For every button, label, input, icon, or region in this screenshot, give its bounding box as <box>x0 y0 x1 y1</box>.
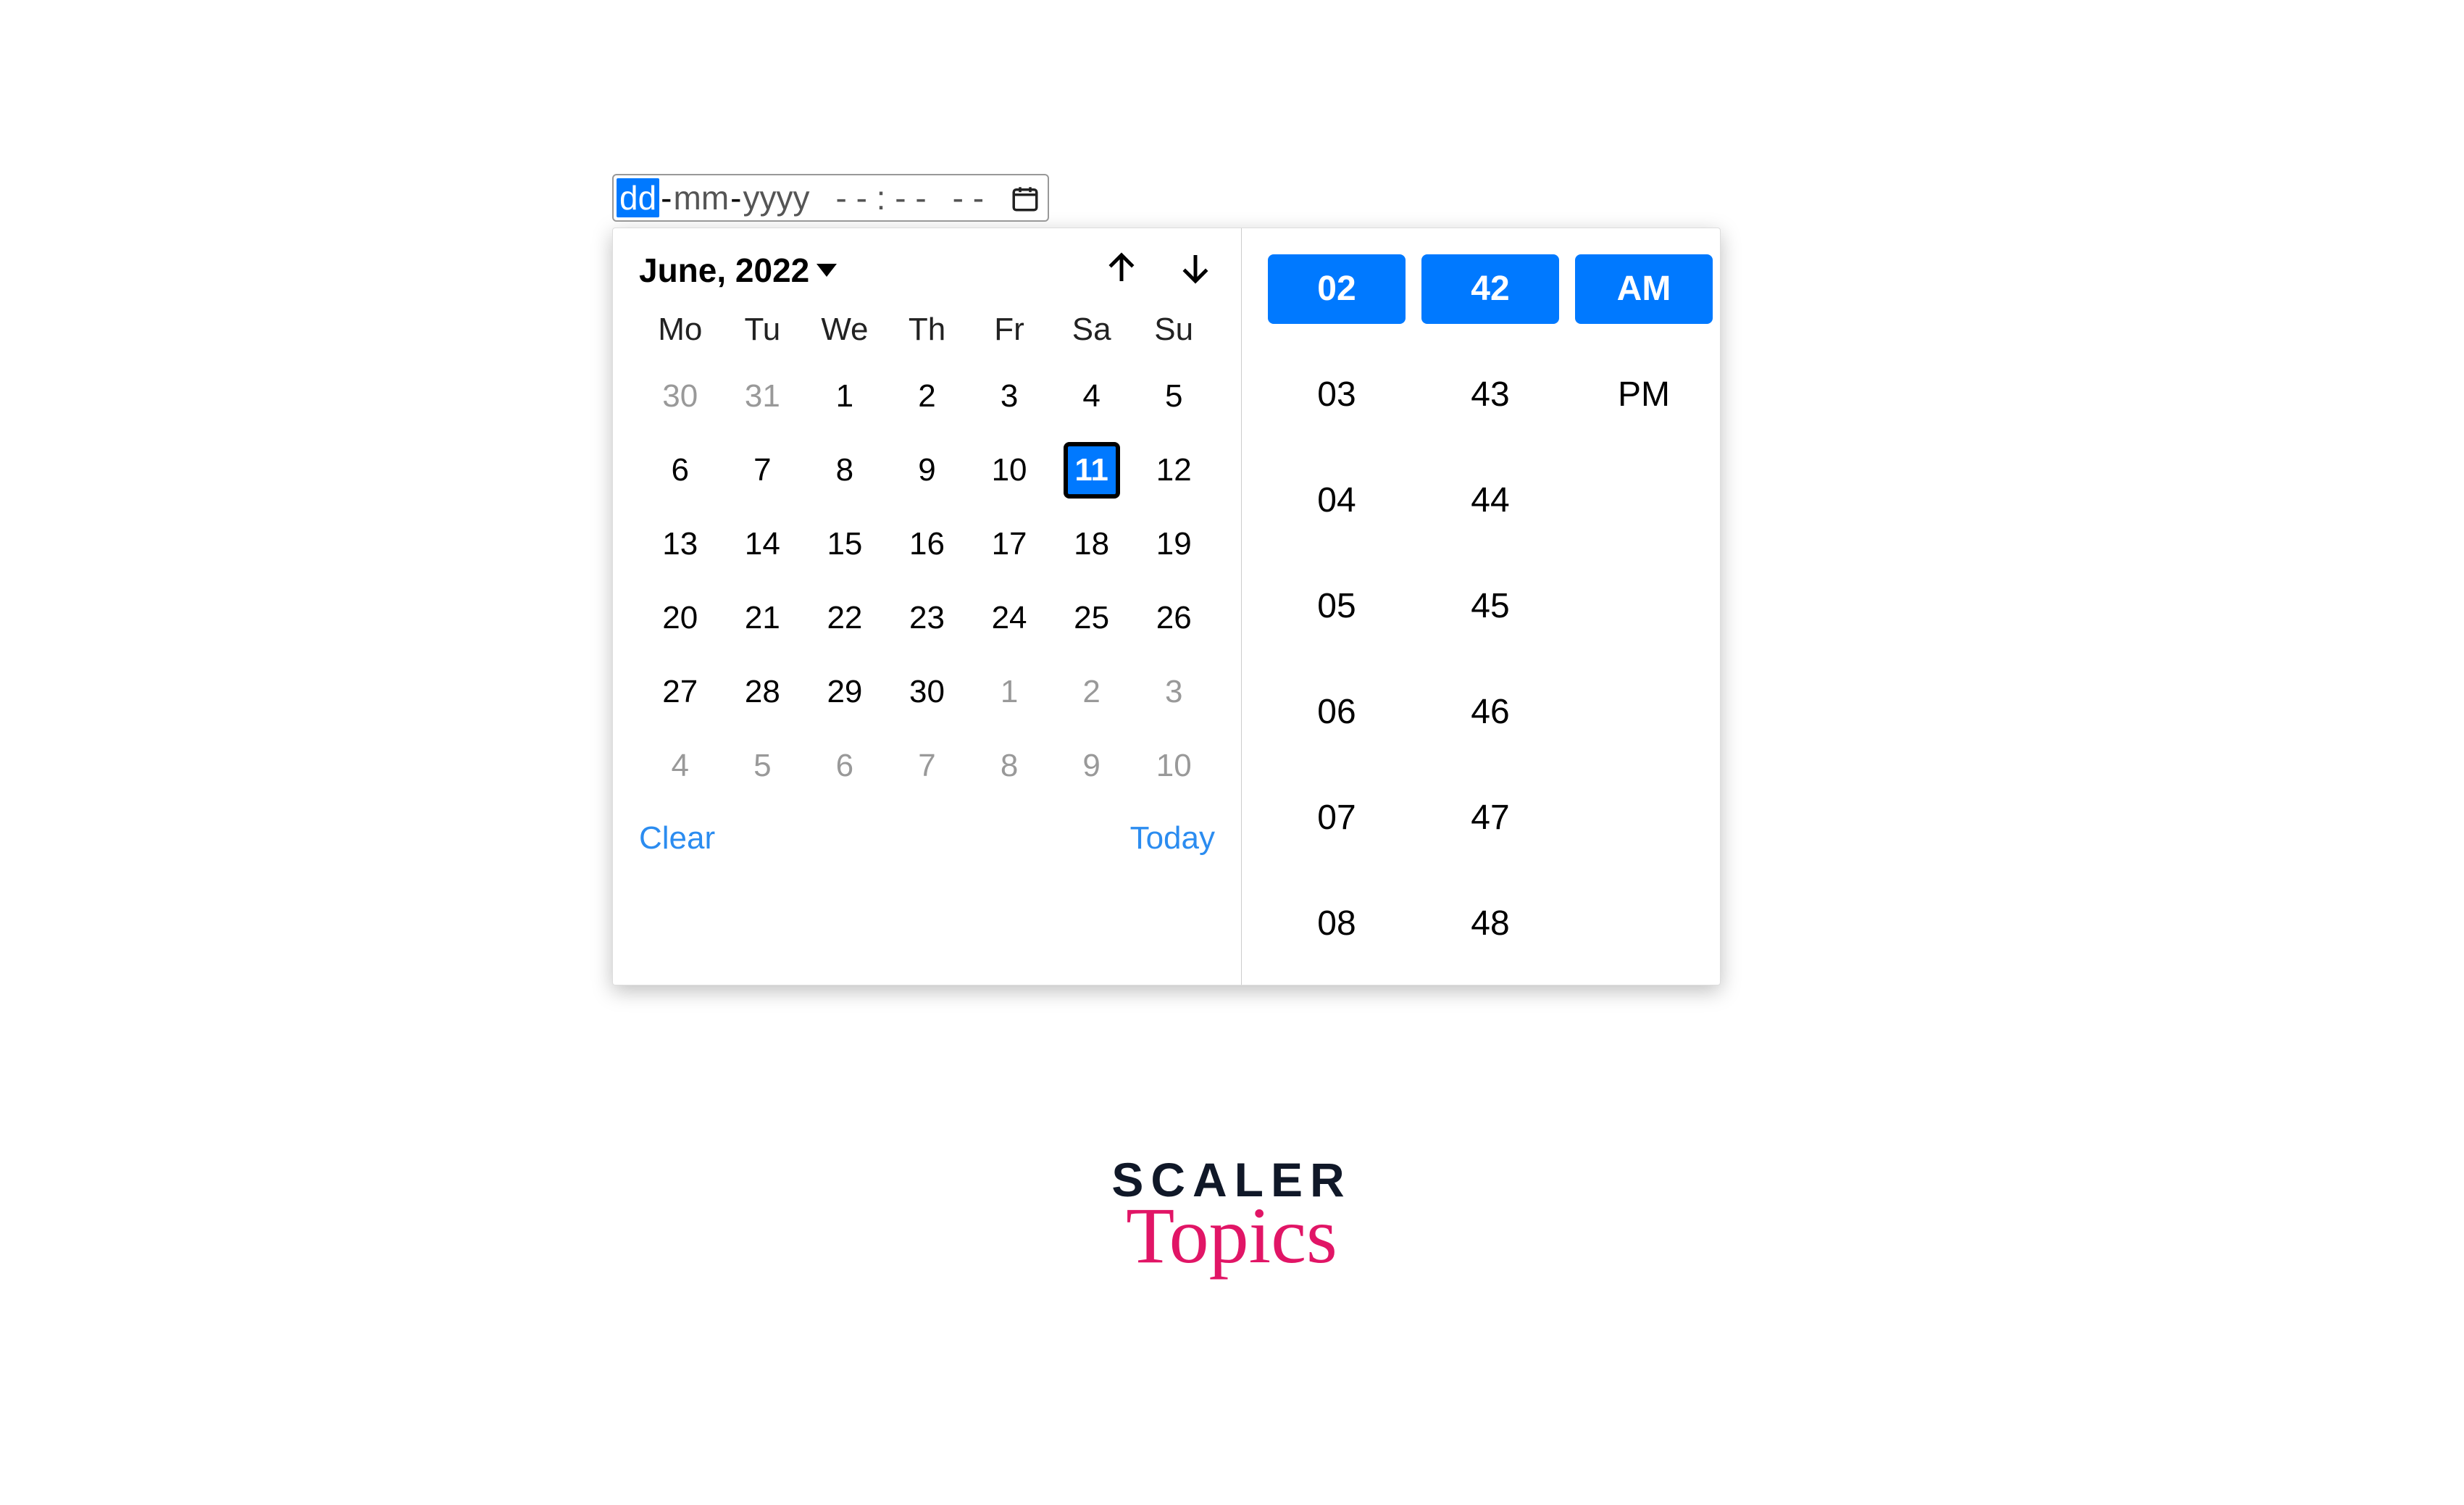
calendar-day[interactable]: 20 <box>655 593 706 643</box>
calendar-day[interactable]: 14 <box>737 519 788 570</box>
hour-option[interactable]: 07 <box>1268 783 1406 853</box>
input-time-segment[interactable]: - - : - - <box>835 178 926 217</box>
calendar-day[interactable]: 13 <box>655 519 706 570</box>
day-of-week-header: Th <box>886 312 969 348</box>
calendar-day[interactable]: 22 <box>819 593 870 643</box>
minute-option[interactable]: 48 <box>1421 889 1559 959</box>
ampm-option[interactable]: PM <box>1575 360 1713 430</box>
day-of-week-header: We <box>803 312 886 348</box>
hour-option[interactable]: 05 <box>1268 572 1406 641</box>
calendar-day[interactable]: 11 <box>1066 445 1117 496</box>
brand-line2: Topics <box>1058 1190 1406 1282</box>
input-day-segment[interactable]: dd <box>617 178 659 217</box>
calendar-day[interactable]: 1 <box>819 371 870 422</box>
minute-option[interactable]: 47 <box>1421 783 1559 853</box>
ampm-column[interactable]: AM PM <box>1575 254 1713 959</box>
calendar-day[interactable]: 7 <box>901 741 952 791</box>
calendar-day[interactable]: 10 <box>1148 741 1199 791</box>
calendar-day[interactable]: 2 <box>1066 667 1117 717</box>
input-year-segment[interactable]: yyyy <box>743 178 809 217</box>
minute-option[interactable]: 46 <box>1421 678 1559 747</box>
minute-option[interactable]: 44 <box>1421 466 1559 535</box>
ampm-option[interactable]: AM <box>1575 254 1713 324</box>
calendar-icon[interactable] <box>1010 183 1040 213</box>
calendar-day[interactable]: 18 <box>1066 519 1117 570</box>
calendar-day[interactable]: 16 <box>901 519 952 570</box>
calendar-day[interactable]: 17 <box>984 519 1035 570</box>
calendar-day[interactable]: 6 <box>655 445 706 496</box>
today-button[interactable]: Today <box>1130 820 1215 856</box>
calendar-day[interactable]: 5 <box>1148 371 1199 422</box>
calendar-day[interactable]: 3 <box>984 371 1035 422</box>
date-panel: June, 2022 MoTuWeThFrS <box>613 228 1242 985</box>
calendar-day[interactable]: 30 <box>655 371 706 422</box>
day-of-week-header: Sa <box>1051 312 1133 348</box>
clear-button[interactable]: Clear <box>639 820 715 856</box>
calendar-day[interactable]: 24 <box>984 593 1035 643</box>
calendar-day[interactable]: 4 <box>1066 371 1117 422</box>
calendar-day[interactable]: 19 <box>1148 519 1199 570</box>
hour-option[interactable]: 02 <box>1268 254 1406 324</box>
hours-column[interactable]: 02 03 04 05 06 07 08 <box>1268 254 1406 959</box>
calendar-day[interactable]: 4 <box>655 741 706 791</box>
calendar-day[interactable]: 9 <box>901 445 952 496</box>
month-select-button[interactable]: June, 2022 <box>639 251 837 290</box>
arrow-up-icon <box>1102 249 1141 288</box>
calendar-day[interactable]: 1 <box>984 667 1035 717</box>
calendar-day[interactable]: 7 <box>737 445 788 496</box>
minute-option[interactable]: 42 <box>1421 254 1559 324</box>
brand-logo: SCALER Topics <box>1058 1152 1406 1282</box>
minutes-column[interactable]: 42 43 44 45 46 47 48 <box>1421 254 1559 959</box>
hour-option[interactable]: 08 <box>1268 889 1406 959</box>
caret-down-icon <box>817 264 837 277</box>
arrow-down-icon <box>1176 249 1215 288</box>
datetime-picker-popup: June, 2022 MoTuWeThFrS <box>612 228 1721 985</box>
day-of-week-header: Tu <box>722 312 804 348</box>
calendar-day[interactable]: 5 <box>737 741 788 791</box>
calendar-day[interactable]: 3 <box>1148 667 1199 717</box>
hour-option[interactable]: 06 <box>1268 678 1406 747</box>
minute-option[interactable]: 43 <box>1421 360 1559 430</box>
calendar-day[interactable]: 9 <box>1066 741 1117 791</box>
time-panel: 02 03 04 05 06 07 08 42 43 44 45 46 47 48 AM PM <box>1242 228 1720 985</box>
calendar-day[interactable]: 2 <box>901 371 952 422</box>
datetime-input[interactable]: dd - mm - yyyy - - : - - - - <box>612 174 1049 222</box>
calendar-day[interactable]: 31 <box>737 371 788 422</box>
calendar-day[interactable]: 27 <box>655 667 706 717</box>
calendar-day[interactable]: 28 <box>737 667 788 717</box>
prev-month-button[interactable] <box>1102 249 1141 291</box>
calendar-day[interactable]: 8 <box>984 741 1035 791</box>
calendar-day[interactable]: 12 <box>1148 445 1199 496</box>
calendar-day[interactable]: 26 <box>1148 593 1199 643</box>
calendar-day[interactable]: 6 <box>819 741 870 791</box>
hour-option[interactable]: 04 <box>1268 466 1406 535</box>
day-of-week-header: Mo <box>639 312 722 348</box>
input-month-segment[interactable]: mm <box>674 178 730 217</box>
calendar-day[interactable]: 8 <box>819 445 870 496</box>
month-label: June, 2022 <box>639 251 809 290</box>
minute-option[interactable]: 45 <box>1421 572 1559 641</box>
calendar-day[interactable]: 30 <box>901 667 952 717</box>
day-of-week-header: Fr <box>968 312 1051 348</box>
input-ampm-segment[interactable]: - - <box>953 178 984 217</box>
day-of-week-header: Su <box>1132 312 1215 348</box>
calendar-day[interactable]: 10 <box>984 445 1035 496</box>
next-month-button[interactable] <box>1176 249 1215 291</box>
calendar-day[interactable]: 29 <box>819 667 870 717</box>
hour-option[interactable]: 03 <box>1268 360 1406 430</box>
calendar-day[interactable]: 25 <box>1066 593 1117 643</box>
calendar-day[interactable]: 23 <box>901 593 952 643</box>
calendar-day[interactable]: 15 <box>819 519 870 570</box>
calendar-day[interactable]: 21 <box>737 593 788 643</box>
